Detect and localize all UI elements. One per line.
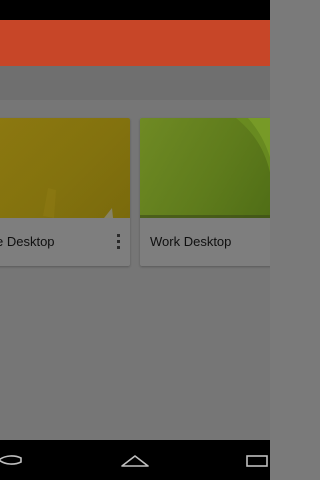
back-button[interactable] [0,440,30,480]
recent-apps-button[interactable] [236,440,270,480]
desktop-card-label: Work Desktop [150,234,232,249]
app-screen: e Desktop Work Desktop [0,0,270,480]
toolbar-strip [0,66,270,100]
status-bar [0,0,270,20]
app-bar-scrim [0,20,270,66]
wallpaper-shape [140,118,270,218]
desktop-thumbnail[interactable] [0,118,130,218]
desktop-card[interactable]: e Desktop [0,118,130,266]
wallpaper-shape [43,188,114,218]
desktop-card[interactable]: Work Desktop [140,118,270,266]
home-icon [121,455,149,467]
home-button[interactable] [115,440,155,480]
desktop-thumbnail[interactable] [140,118,270,218]
overflow-menu-icon[interactable] [116,234,120,250]
back-icon [0,455,22,465]
navigation-bar [0,440,270,480]
app-bar [0,20,270,66]
recent-apps-icon [246,455,268,467]
desktop-card-label: e Desktop [0,234,55,249]
